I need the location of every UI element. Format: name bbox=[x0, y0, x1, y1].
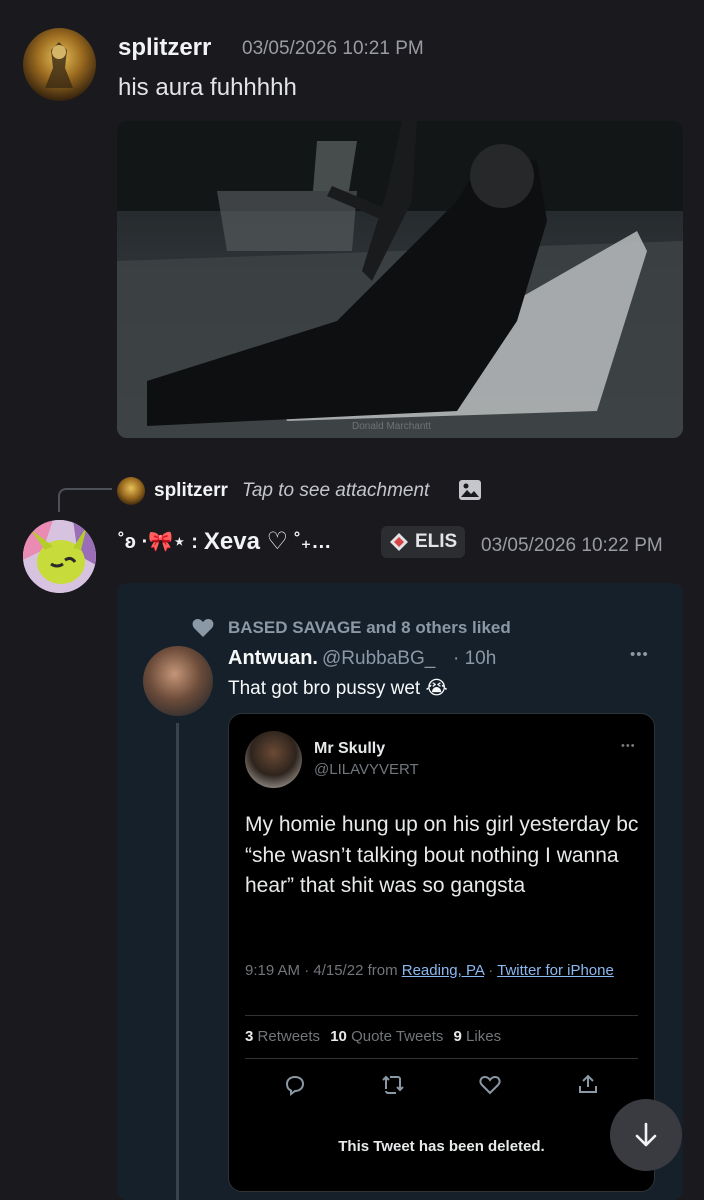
username-decoration-prefix: ˚ʚ ·🎀⋆ : bbox=[118, 531, 198, 553]
armored-knight-icon bbox=[45, 42, 73, 88]
message-timestamp-2: 03/05/2026 10:22 PM bbox=[481, 535, 663, 556]
retweets-label[interactable]: Retweets bbox=[258, 1028, 321, 1045]
thread-line bbox=[176, 723, 179, 1200]
photo-attachment[interactable]: Donald Marchantt bbox=[117, 121, 683, 438]
diamond-icon bbox=[390, 533, 408, 551]
scroll-to-bottom-button[interactable] bbox=[610, 1099, 682, 1171]
share-icon[interactable] bbox=[577, 1073, 599, 1100]
divider bbox=[245, 1015, 638, 1016]
reply-text[interactable]: Tap to see attachment bbox=[242, 480, 429, 502]
reply-connector-line bbox=[58, 488, 112, 512]
likes-label[interactable]: Likes bbox=[466, 1028, 501, 1045]
heart-filled-icon bbox=[192, 618, 214, 643]
clan-tag-label: ELIS bbox=[415, 531, 458, 552]
quoted-author-avatar[interactable] bbox=[245, 731, 302, 788]
man-with-rifle-photo bbox=[117, 121, 683, 438]
cartoon-character-icon bbox=[23, 520, 96, 593]
crying-emoji-icon: 😭 bbox=[425, 678, 448, 699]
quoted-tweet-meta: 9:19 AM · 4/15/22 from Reading, PA · Twi… bbox=[245, 960, 640, 982]
username-name: Xeva ♡ bbox=[203, 528, 289, 555]
like-heart-icon[interactable] bbox=[479, 1075, 501, 1100]
reply-avatar[interactable] bbox=[117, 477, 145, 505]
quotes-count[interactable]: 10 bbox=[330, 1028, 347, 1045]
quoted-tweet-text: My homie hung up on his girl yesterday b… bbox=[245, 813, 639, 897]
tweet-body: That got bro pussy wet bbox=[228, 678, 421, 699]
deleted-tweet-notice: This Tweet has been deleted. bbox=[338, 1138, 545, 1155]
tweet-more-menu[interactable]: ••• bbox=[630, 646, 649, 663]
quoted-more-menu[interactable]: ••• bbox=[621, 740, 636, 752]
tweet-author-handle[interactable]: @RubbaBG_ bbox=[322, 648, 435, 670]
tweet-text: That got bro pussy wet 😭 bbox=[228, 677, 448, 700]
reply-username[interactable]: splitzerr bbox=[154, 480, 228, 502]
photo-watermark: Donald Marchantt bbox=[352, 421, 431, 432]
avatar-splitzerr[interactable] bbox=[23, 28, 96, 101]
divider-2 bbox=[245, 1058, 638, 1059]
image-icon bbox=[458, 479, 482, 501]
reply-icon[interactable] bbox=[284, 1074, 306, 1101]
meta-time: 9:19 AM · 4/15/22 from bbox=[245, 962, 398, 979]
meta-separator: · bbox=[488, 962, 494, 979]
tweet-time: · 10h bbox=[453, 648, 497, 669]
meta-source-link[interactable]: Twitter for iPhone bbox=[497, 962, 614, 979]
message-username[interactable]: splitzerr bbox=[118, 34, 211, 62]
tweet-author-avatar[interactable] bbox=[143, 646, 213, 716]
message-text: his aura fuhhhhh bbox=[118, 74, 297, 101]
likes-count[interactable]: 9 bbox=[454, 1028, 462, 1045]
arrow-down-icon bbox=[635, 1122, 657, 1147]
liked-by-text: BASED SAVAGE and 8 others liked bbox=[228, 618, 511, 637]
tweet-screenshot[interactable]: BASED SAVAGE and 8 others liked Antwuan.… bbox=[117, 583, 683, 1200]
engagement-stats: 3 Retweets 10 Quote Tweets 9 Likes bbox=[245, 1028, 501, 1045]
meta-location-link[interactable]: Reading, PA bbox=[402, 962, 484, 979]
quotes-label[interactable]: Quote Tweets bbox=[351, 1028, 443, 1045]
quoted-author-handle[interactable]: @LILAVYVERT bbox=[314, 761, 419, 778]
message-timestamp: 03/05/2026 10:21 PM bbox=[242, 38, 424, 59]
retweet-icon[interactable] bbox=[381, 1074, 405, 1101]
tweet-author-name[interactable]: Antwuan. bbox=[228, 647, 318, 670]
quoted-author-name[interactable]: Mr Skully bbox=[314, 740, 385, 758]
avatar-xeva[interactable] bbox=[23, 520, 96, 593]
xeva-username[interactable]: ˚ʚ ·🎀⋆ : Xeva ♡ ˚₊… bbox=[118, 527, 331, 556]
username-decoration-suffix: ˚₊… bbox=[294, 531, 332, 553]
quoted-tweet-card[interactable]: Mr Skully @LILAVYVERT ••• My homie hung … bbox=[228, 713, 655, 1192]
clan-tag[interactable]: ELIS bbox=[381, 526, 466, 558]
retweets-count[interactable]: 3 bbox=[245, 1028, 253, 1045]
